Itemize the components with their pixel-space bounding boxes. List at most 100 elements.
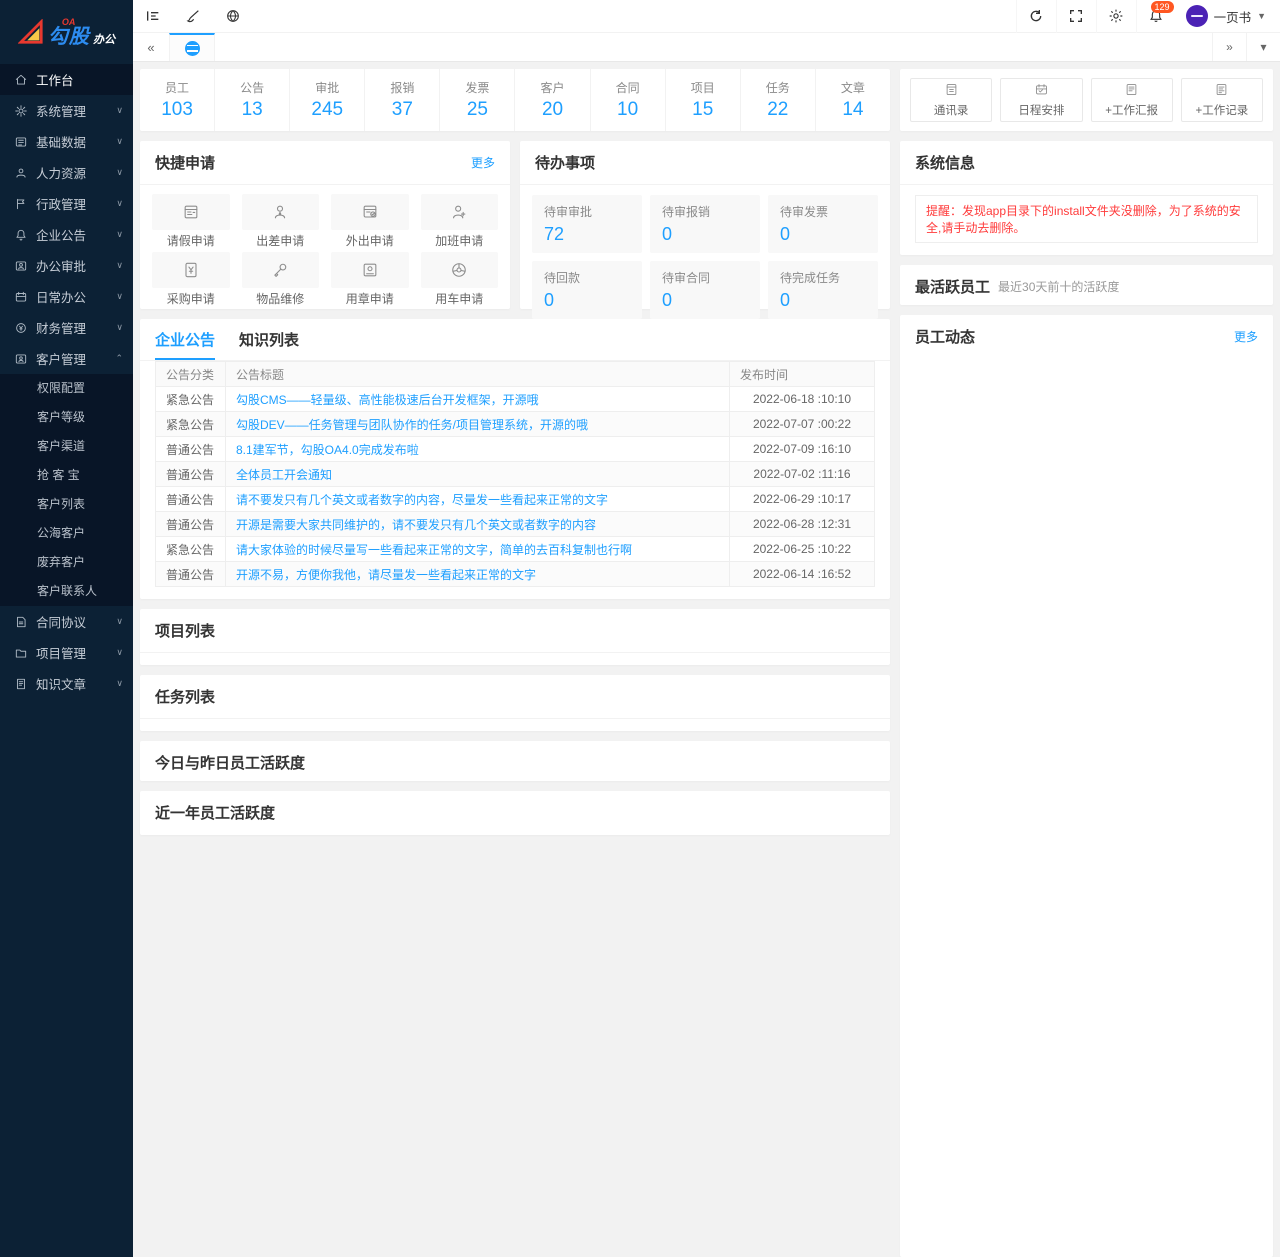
sidebar-subitem-客户列表[interactable]: 客户列表 xyxy=(0,490,133,519)
announcement-title-link[interactable]: 请不要发只有几个英文或者数字的内容，尽量发一些看起来正常的文字 xyxy=(236,493,608,507)
tab-知识列表[interactable]: 知识列表 xyxy=(239,329,299,360)
action-日程安排[interactable]: 日程安排 xyxy=(1000,78,1082,122)
todo-value: 0 xyxy=(780,290,866,311)
quick-apply-采购申请[interactable]: 采购申请 xyxy=(152,252,230,306)
stat-员工[interactable]: 员工103 xyxy=(140,69,215,131)
sidebar-item-合同协议[interactable]: 合同协议∨ xyxy=(0,606,133,637)
announcement-title-link[interactable]: 勾股DEV——任务管理与团队协作的任务/项目管理系统，开源的哦 xyxy=(236,418,588,432)
stat-文章[interactable]: 文章14 xyxy=(816,69,890,131)
sidebar-subitem-客户联系人[interactable]: 客户联系人 xyxy=(0,577,133,606)
stat-label: 任务 xyxy=(766,79,790,96)
stat-公告[interactable]: 公告 13 xyxy=(215,69,290,131)
todo-title: 待办事项 xyxy=(535,152,595,173)
announcement-row: 普通公告开源是需要大家共同维护的，请不要发只有几个英文或者数字的内容2022-0… xyxy=(156,512,875,537)
stat-客户[interactable]: 客户20 xyxy=(515,69,590,131)
sidebar-item-办公审批[interactable]: 办公审批∨ xyxy=(0,250,133,281)
stat-任务[interactable]: 任务22 xyxy=(741,69,816,131)
sidebar-item-人力资源[interactable]: 人力资源∨ xyxy=(0,157,133,188)
tabs-menu-icon[interactable]: ▾ xyxy=(1246,33,1280,61)
fullscreen-icon[interactable] xyxy=(1056,0,1096,33)
notifications-bell-icon[interactable]: 129 xyxy=(1136,0,1176,33)
sidebar-subitem-公海客户[interactable]: 公海客户 xyxy=(0,519,133,548)
announcement-category: 普通公告 xyxy=(156,437,226,462)
employee-feed-more-link[interactable]: 更多 xyxy=(1234,328,1258,345)
announcement-title-link[interactable]: 勾股CMS——轻量级、高性能极速后台开发框架，开源哦 xyxy=(236,393,539,407)
action-+工作汇报[interactable]: +工作汇报 xyxy=(1091,78,1173,122)
announcement-title-link[interactable]: 请大家体验的时候尽量写一些看起来正常的文字，简单的去百科复制也行啊 xyxy=(236,543,632,557)
sidebar-subitem-抢客宝[interactable]: 抢 客 宝 xyxy=(0,461,133,490)
top-employees-card: 最活跃员工 最近30天前十的活跃度 xyxy=(900,265,1273,305)
todo-待审合同[interactable]: 待审合同0 xyxy=(650,261,760,319)
stat-审批[interactable]: 审批245 xyxy=(290,69,365,131)
action-通讯录[interactable]: 通讯录 xyxy=(910,78,992,122)
announcement-row: 紧急公告请大家体验的时候尽量写一些看起来正常的文字，简单的去百科复制也行啊202… xyxy=(156,537,875,562)
stat-label: 公告 xyxy=(240,79,264,96)
todo-待审报销[interactable]: 待审报销0 xyxy=(650,195,760,253)
tab-workbench[interactable] xyxy=(169,33,215,61)
tabs-scroll-right-icon[interactable]: » xyxy=(1212,33,1246,61)
quick-apply-出差申请[interactable]: 出差申请 xyxy=(242,194,320,248)
home-tab-icon xyxy=(185,41,200,56)
stat-项目[interactable]: 项目15 xyxy=(666,69,741,131)
todo-待回款[interactable]: 待回款0 xyxy=(532,261,642,319)
stat-合同[interactable]: 合同10 xyxy=(591,69,666,131)
sidebar-item-知识文章[interactable]: 知识文章∨ xyxy=(0,668,133,699)
sidebar-subitem-废弃客户[interactable]: 废弃客户 xyxy=(0,548,133,577)
stat-label: 审批 xyxy=(315,79,339,96)
sidebar-item-日常办公[interactable]: 日常办公∨ xyxy=(0,281,133,312)
year-heatmap xyxy=(140,827,890,835)
sidebar-subitem-权限配置[interactable]: 权限配置 xyxy=(0,374,133,403)
quick-apply-grid: 请假申请出差申请外出申请加班申请采购申请物品维修用章申请用车申请 xyxy=(140,185,510,315)
quick-apply-加班申请[interactable]: 加班申请 xyxy=(421,194,499,248)
action-+工作记录[interactable]: +工作记录 xyxy=(1181,78,1263,122)
todo-待完成任务[interactable]: 待完成任务0 xyxy=(768,261,878,319)
settings-gear-icon[interactable] xyxy=(1096,0,1136,33)
announcement-title-link[interactable]: 开源不易，方便你我他，请尽量发一些看起来正常的文字 xyxy=(236,568,536,582)
language-globe-icon[interactable] xyxy=(213,0,253,33)
tasks-title: 任务列表 xyxy=(155,686,215,707)
todo-待审审批[interactable]: 待审审批72 xyxy=(532,195,642,253)
sidebar-item-工作台[interactable]: 工作台 xyxy=(0,64,133,95)
sidebar-item-企业公告[interactable]: 企业公告∨ xyxy=(0,219,133,250)
announcement-category: 普通公告 xyxy=(156,487,226,512)
stat-发票[interactable]: 发票25 xyxy=(440,69,515,131)
announcement-row: 普通公告8.1建军节，勾股OA4.0完成发布啦2022-07-09 :16:10 xyxy=(156,437,875,462)
announcement-title-link[interactable]: 8.1建军节，勾股OA4.0完成发布啦 xyxy=(236,443,419,457)
user-menu[interactable]: 一页书 ▼ xyxy=(1176,5,1280,27)
announcement-title-link[interactable]: 全体员工开会通知 xyxy=(236,468,332,482)
quick-apply-more-link[interactable]: 更多 xyxy=(471,154,495,171)
stat-value: 13 xyxy=(242,99,263,121)
sidebar-subitem-客户渠道[interactable]: 客户渠道 xyxy=(0,432,133,461)
collapse-menu-icon[interactable] xyxy=(133,0,173,33)
article-icon xyxy=(14,677,28,691)
sidebar-item-行政管理[interactable]: 行政管理∨ xyxy=(0,188,133,219)
sidebar-subitem-客户等级[interactable]: 客户等级 xyxy=(0,403,133,432)
chevron-up-icon: ⌃ xyxy=(115,353,123,364)
sidebar-item-财务管理[interactable]: 财务管理∨ xyxy=(0,312,133,343)
announcement-category: 紧急公告 xyxy=(156,537,226,562)
todo-value: 0 xyxy=(662,290,748,311)
announcement-title-link[interactable]: 开源是需要大家共同维护的，请不要发只有几个英文或者数字的内容 xyxy=(236,518,596,532)
chevron-down-icon: ∨ xyxy=(116,229,123,240)
quick-apply-请假申请[interactable]: 请假申请 xyxy=(152,194,230,248)
sidebar-item-项目管理[interactable]: 项目管理∨ xyxy=(0,637,133,668)
sidebar-item-基础数据[interactable]: 基础数据∨ xyxy=(0,126,133,157)
app-logo[interactable]: OA 勾股 办公 xyxy=(0,0,133,64)
chevron-down-icon: ∨ xyxy=(116,260,123,271)
todo-grid: 待审审批72待审报销0待审发票0 待回款0待审合同0待完成任务0 xyxy=(520,185,890,329)
refresh-icon[interactable] xyxy=(1016,0,1056,33)
stat-报销[interactable]: 报销37 xyxy=(365,69,440,131)
todo-待审发票[interactable]: 待审发票0 xyxy=(768,195,878,253)
calendar-icon xyxy=(14,290,28,304)
quick-apply-用车申请[interactable]: 用车申请 xyxy=(421,252,499,306)
quick-apply-用章申请[interactable]: 用章申请 xyxy=(331,252,409,306)
tab-企业公告[interactable]: 企业公告 xyxy=(155,329,215,360)
sidebar-item-系统管理[interactable]: 系统管理∨ xyxy=(0,95,133,126)
quick-apply-外出申请[interactable]: 外出申请 xyxy=(331,194,409,248)
tabs-scroll-left-icon[interactable]: « xyxy=(133,33,169,61)
theme-brush-icon[interactable] xyxy=(173,0,213,33)
sidebar-item-label: 日常办公 xyxy=(36,287,116,306)
col-header: 公告分类 xyxy=(156,362,226,387)
sidebar-item-客户管理[interactable]: 客户管理⌃ xyxy=(0,343,133,374)
quick-apply-物品维修[interactable]: 物品维修 xyxy=(242,252,320,306)
